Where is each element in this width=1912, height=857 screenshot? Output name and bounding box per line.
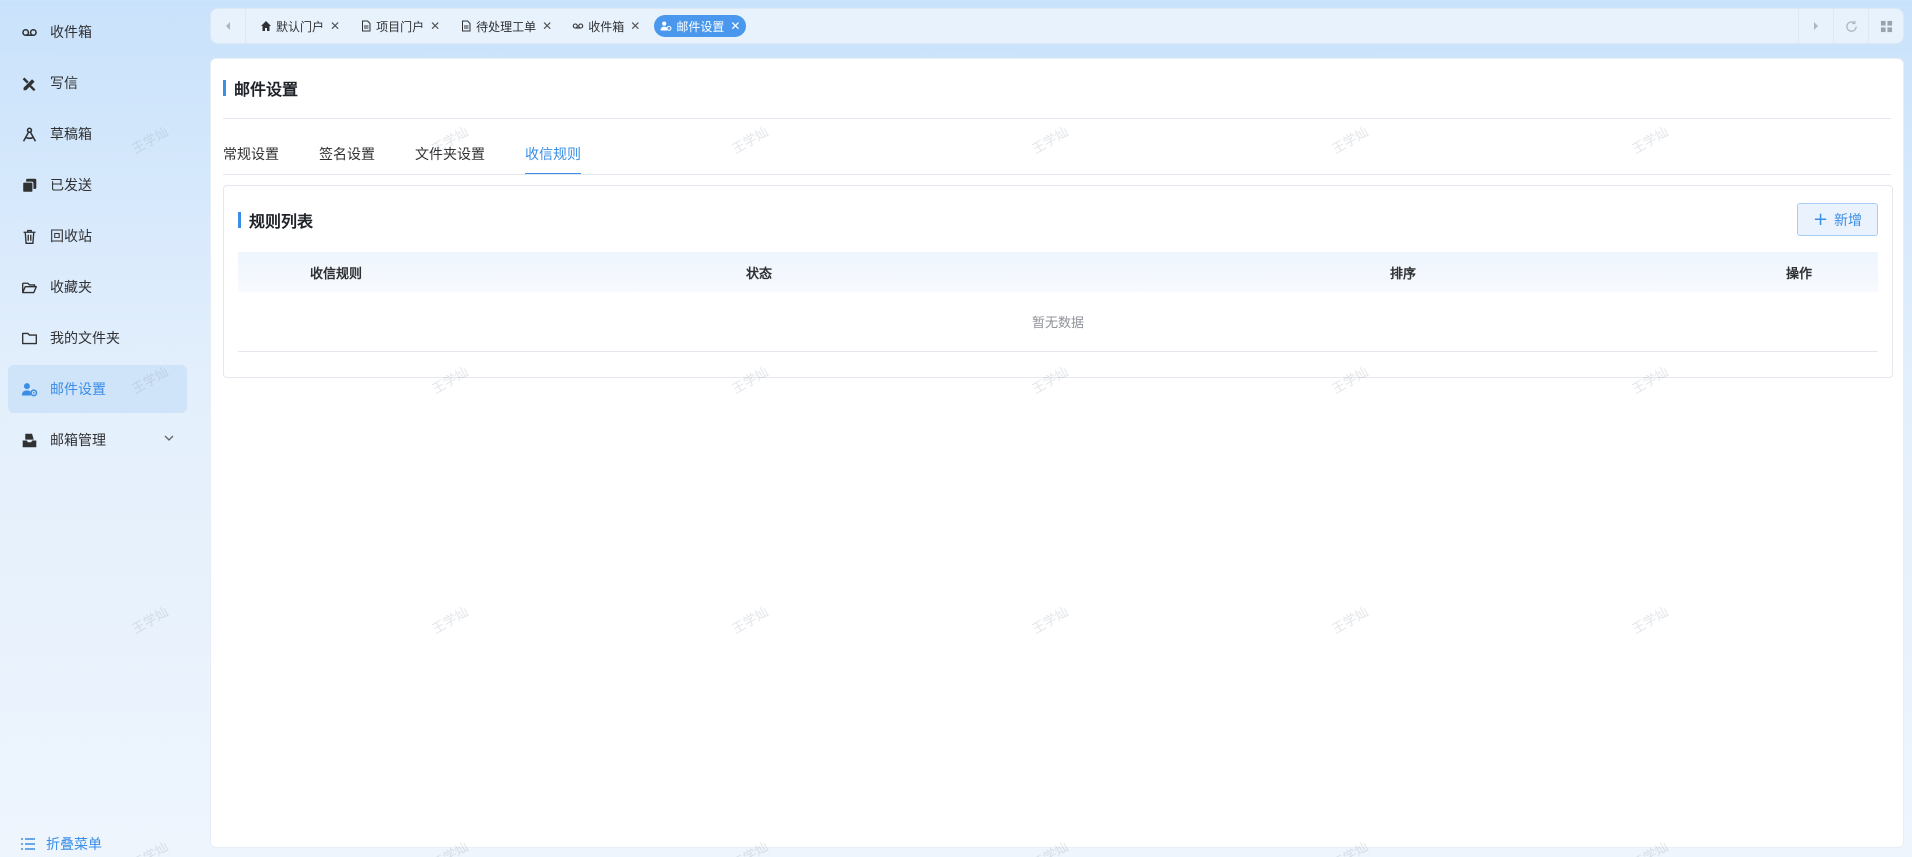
refresh-button[interactable]: [1834, 9, 1868, 43]
home-icon: [261, 21, 271, 31]
close-icon[interactable]: ✕: [330, 19, 340, 33]
tab-label: 待处理工单: [476, 19, 537, 34]
sidebar-item-label: 邮件设置: [50, 382, 106, 398]
main-content: 邮件设置 常规设置 签名设置 文件夹设置 收信规则 规则列表 + 新增 收信规则…: [210, 58, 1904, 848]
divider: [223, 118, 1891, 119]
sidebar-item-trash[interactable]: 回收站: [8, 212, 187, 260]
sidebar-item-label: 收件箱: [50, 25, 92, 41]
tab-label: 默认门户: [276, 19, 325, 34]
voicemail-icon: [572, 23, 584, 29]
folder-icon: [20, 329, 38, 347]
tab-receive-rules[interactable]: 收信规则: [525, 143, 581, 175]
plus-icon: +: [1812, 208, 1829, 230]
pen-ruler-icon: [20, 74, 38, 92]
rules-table: 收信规则 状态 排序 操作 暂无数据: [238, 252, 1878, 352]
close-icon[interactable]: ✕: [430, 19, 440, 33]
folder-open-icon: [20, 278, 38, 296]
divider: [223, 174, 1891, 175]
refresh-icon: [1845, 20, 1857, 32]
column-header-actions: 操作: [1786, 266, 1813, 282]
sidebar-item-label: 邮箱管理: [50, 433, 106, 449]
grid-icon: [1880, 20, 1892, 32]
tab-folder-settings[interactable]: 文件夹设置: [415, 143, 485, 175]
sidebar-item-sent[interactable]: 已发送: [8, 161, 187, 209]
tab-label: 收件箱: [588, 19, 625, 34]
tab-project-portal[interactable]: 项目门户 ✕: [354, 15, 446, 37]
sidebar-item-inbox[interactable]: 收件箱: [8, 8, 187, 56]
empty-state: 暂无数据: [238, 292, 1878, 352]
caret-right-icon: [1814, 22, 1818, 30]
rules-panel: 规则列表 + 新增 收信规则 状态 排序 操作 暂无数据: [223, 185, 1893, 378]
menu-fold-icon: [21, 838, 35, 850]
sidebar-item-label: 已发送: [50, 178, 92, 194]
add-button-label: 新增: [1834, 212, 1863, 229]
close-icon[interactable]: ✕: [630, 19, 640, 33]
column-header-order: 排序: [1390, 266, 1417, 282]
scroll-left-button[interactable]: [211, 9, 245, 43]
chevron-down-icon: [164, 435, 174, 441]
sidebar-item-label: 我的文件夹: [50, 331, 120, 347]
document-icon: [462, 20, 471, 32]
close-icon[interactable]: ✕: [542, 19, 552, 33]
tabbar: 默认门户 ✕ 项目门户 ✕ 待处理工单 ✕ 收件箱 ✕ 邮件设置 ✕: [210, 8, 1904, 44]
inbox-stack-icon: [20, 431, 38, 449]
tab-general-settings[interactable]: 常规设置: [223, 143, 279, 175]
sidebar-item-label: 回收站: [50, 229, 92, 245]
user-gear-icon: [660, 21, 672, 31]
sidebar-item-label: 写信: [50, 76, 78, 92]
scroll-right-button[interactable]: [1799, 9, 1833, 43]
sidebar-item-compose[interactable]: 写信: [8, 59, 187, 107]
add-button[interactable]: + 新增: [1797, 203, 1878, 236]
sidebar-item-label: 收藏夹: [50, 280, 92, 296]
tab-default-portal[interactable]: 默认门户 ✕: [254, 15, 346, 37]
sidebar-item-favorites[interactable]: 收藏夹: [8, 263, 187, 311]
voicemail-icon: [20, 23, 38, 41]
sidebar-item-label: 草稿箱: [50, 127, 92, 143]
settings-tabs: 常规设置 签名设置 文件夹设置 收信规则: [223, 143, 621, 175]
collapse-menu-button[interactable]: 折叠菜单: [20, 834, 102, 854]
table-header: 收信规则 状态 排序 操作: [238, 252, 1878, 292]
sidebar-item-my-folders[interactable]: 我的文件夹: [8, 314, 187, 362]
column-header-rule: 收信规则: [310, 266, 363, 282]
tab-mail-settings[interactable]: 邮件设置 ✕: [654, 15, 747, 37]
compass-icon: [20, 125, 38, 143]
tab-pending-tickets[interactable]: 待处理工单 ✕: [454, 15, 558, 37]
document-icon: [362, 20, 371, 32]
caret-left-icon: [226, 22, 230, 30]
user-gear-icon: [20, 380, 38, 398]
close-icon[interactable]: ✕: [730, 19, 740, 33]
column-header-status: 状态: [746, 266, 773, 282]
sidebar: 收件箱 写信 草稿箱 已发送 回收站 收藏夹 我的文件夹 邮件设置 邮箱管理 折…: [0, 0, 208, 857]
tab-signature-settings[interactable]: 签名设置: [319, 143, 375, 175]
page-title: 邮件设置: [223, 79, 298, 99]
sidebar-item-mail-settings[interactable]: 邮件设置: [8, 365, 187, 413]
copy-icon: [20, 176, 38, 194]
sidebar-item-drafts[interactable]: 草稿箱: [8, 110, 187, 158]
tab-inbox[interactable]: 收件箱 ✕: [566, 15, 646, 37]
tab-label: 项目门户: [376, 19, 425, 34]
section-title: 规则列表: [238, 208, 313, 232]
tab-menu-button[interactable]: [1869, 9, 1903, 43]
collapse-menu-label: 折叠菜单: [46, 837, 102, 853]
trash-icon: [20, 227, 38, 245]
sidebar-item-mailbox-admin[interactable]: 邮箱管理: [8, 416, 187, 464]
tab-label: 邮件设置: [676, 19, 725, 34]
